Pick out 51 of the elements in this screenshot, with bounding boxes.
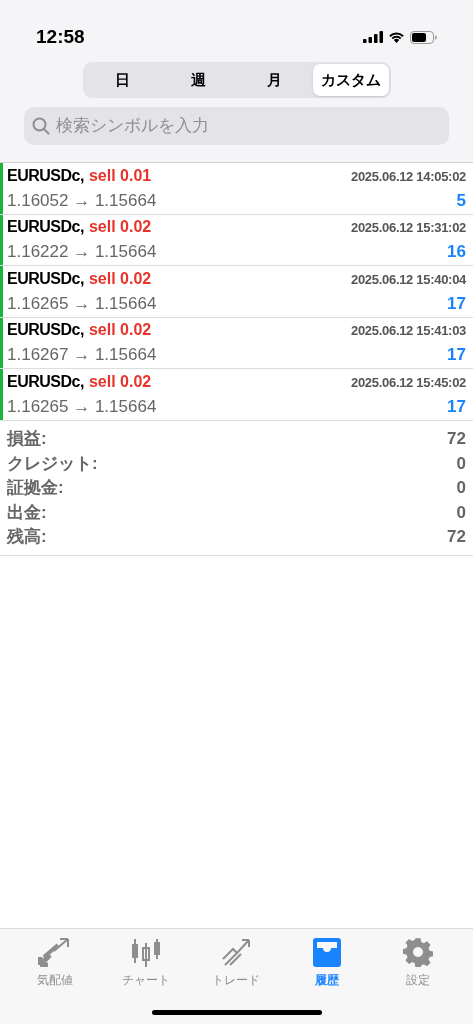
deal-profit: 17: [447, 395, 466, 418]
deal-row[interactable]: EURUSDc, sell 0.02 2025.06.12 15:41:03 1.16267 → 1.15664 17: [0, 317, 473, 369]
deal-profit: 16: [447, 241, 466, 263]
summary-label: クレジット:: [7, 452, 98, 475]
summary-value: 72: [447, 526, 466, 548]
deal-profit: 5: [456, 189, 466, 212]
deal-symbol: EURUSDc,: [7, 268, 84, 289]
settings-icon: [402, 937, 433, 967]
deal-time: 2025.06.12 15:40:04: [351, 270, 466, 289]
deal-profit: 17: [447, 344, 466, 366]
deal-profit: 17: [447, 292, 466, 315]
deal-row[interactable]: EURUSDc, sell 0.02 2025.06.12 15:31:02 1.16222 → 1.15664 16: [0, 214, 473, 266]
deal-row[interactable]: EURUSDc, sell 0.02 2025.06.12 15:40:04 1.16265 → 1.15664 17: [0, 266, 473, 318]
summary-value: 0: [456, 452, 466, 475]
deal-prices: 1.16222 → 1.15664: [7, 241, 157, 263]
deal-prices: 1.16265 → 1.15664: [7, 395, 157, 418]
deal-symbol: EURUSDc,: [7, 165, 84, 186]
deal-order: sell 0.02: [88, 371, 152, 392]
deal-symbol: EURUSDc,: [7, 320, 84, 340]
summary-label: 残高:: [7, 526, 47, 548]
wifi-icon: [388, 31, 405, 43]
deal-row[interactable]: EURUSDc, sell 0.02 2025.06.12 15:45:02 1.16265 → 1.15664 17: [0, 369, 473, 421]
search-field[interactable]: 検索シンボルを入力: [24, 107, 449, 145]
period-tab[interactable]: 月: [236, 64, 313, 96]
period-tab[interactable]: 日: [84, 64, 161, 96]
deal-prices: 1.16265 → 1.15664: [7, 292, 157, 315]
period-tab[interactable]: カスタム: [312, 64, 389, 96]
deal-prices: 1.16267 → 1.15664: [7, 344, 157, 366]
summary-label: 証拠金:: [7, 477, 64, 499]
summary-label: 出金:: [7, 501, 47, 524]
deal-prices: 1.16052 → 1.15664: [7, 189, 157, 212]
deal-time: 2025.06.12 15:45:02: [351, 373, 466, 392]
deal-row[interactable]: EURUSDc, sell 0.01 2025.06.12 14:05:02 1.16052 → 1.15664 5: [0, 163, 473, 215]
search-icon: [32, 117, 50, 135]
deal-time: 2025.06.12 14:05:02: [351, 167, 466, 186]
deal-order: sell 0.02: [88, 320, 152, 340]
status-time: 12:58: [36, 24, 85, 49]
summary-value: 0: [456, 501, 466, 524]
summary-value: 72: [447, 428, 466, 450]
summary-value: 0: [456, 477, 466, 499]
deal-time: 2025.06.12 15:41:03: [351, 322, 466, 340]
period-tab[interactable]: 週: [160, 64, 237, 96]
deal-order: sell 0.02: [88, 268, 152, 289]
deal-symbol: EURUSDc,: [7, 371, 84, 392]
signal-icon: [363, 31, 383, 43]
deal-symbol: EURUSDc,: [7, 217, 84, 237]
deal-time: 2025.06.12 15:31:02: [351, 219, 466, 237]
deal-order: sell 0.02: [88, 217, 152, 237]
battery-icon: [410, 30, 437, 44]
deal-order: sell 0.01: [88, 165, 152, 186]
summary-label: 損益:: [7, 428, 47, 450]
